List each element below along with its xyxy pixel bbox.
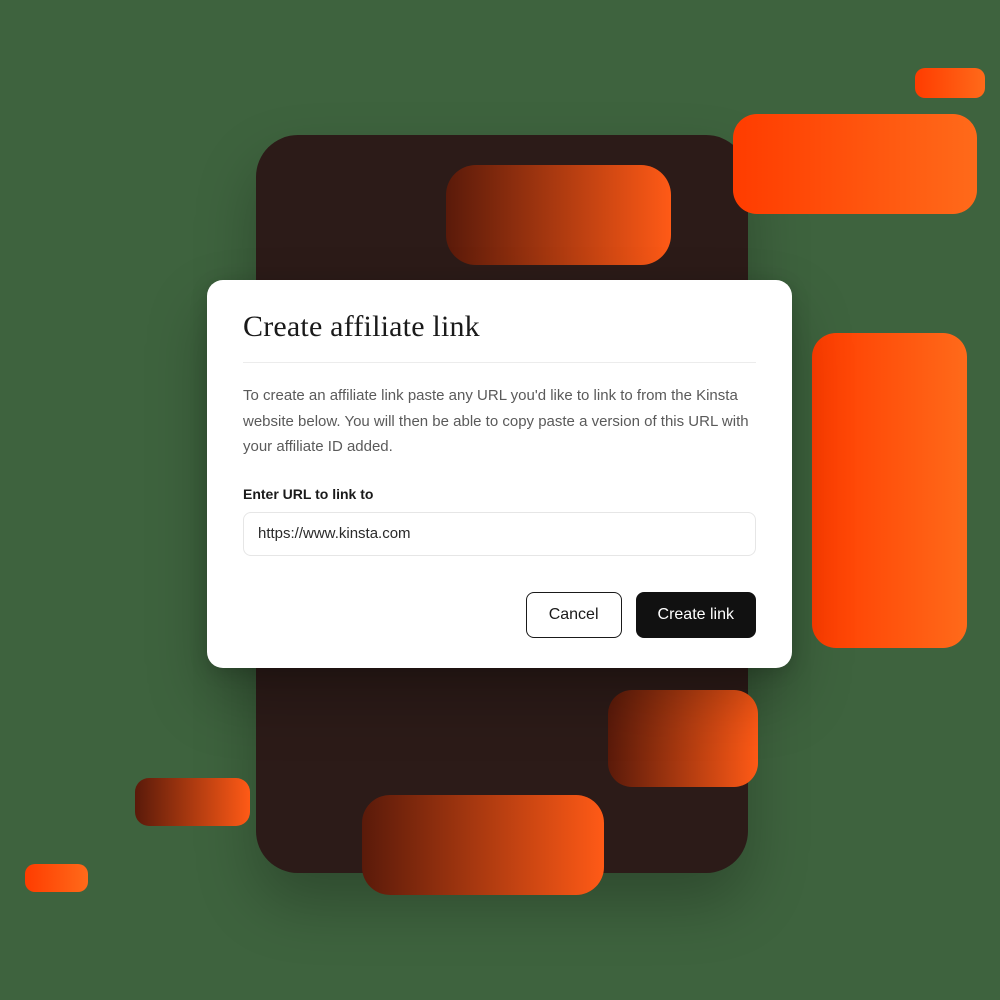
url-input[interactable] (243, 512, 756, 556)
modal-divider (243, 362, 756, 363)
decorative-shape (915, 68, 985, 98)
decorative-shape (446, 165, 671, 265)
url-field-label: Enter URL to link to (243, 486, 756, 502)
decorative-shape (608, 690, 758, 787)
decorative-shape (25, 864, 88, 892)
modal-title: Create affiliate link (243, 310, 756, 344)
create-affiliate-link-modal: Create affiliate link To create an affil… (207, 280, 792, 668)
modal-actions: Cancel Create link (243, 592, 756, 638)
decorative-shape (733, 114, 977, 214)
create-link-button[interactable]: Create link (636, 592, 756, 638)
decorative-shape (135, 778, 250, 826)
decorative-shape (362, 795, 604, 895)
cancel-button[interactable]: Cancel (526, 592, 622, 638)
decorative-shape (812, 333, 967, 648)
modal-description: To create an affiliate link paste any UR… (243, 383, 756, 460)
